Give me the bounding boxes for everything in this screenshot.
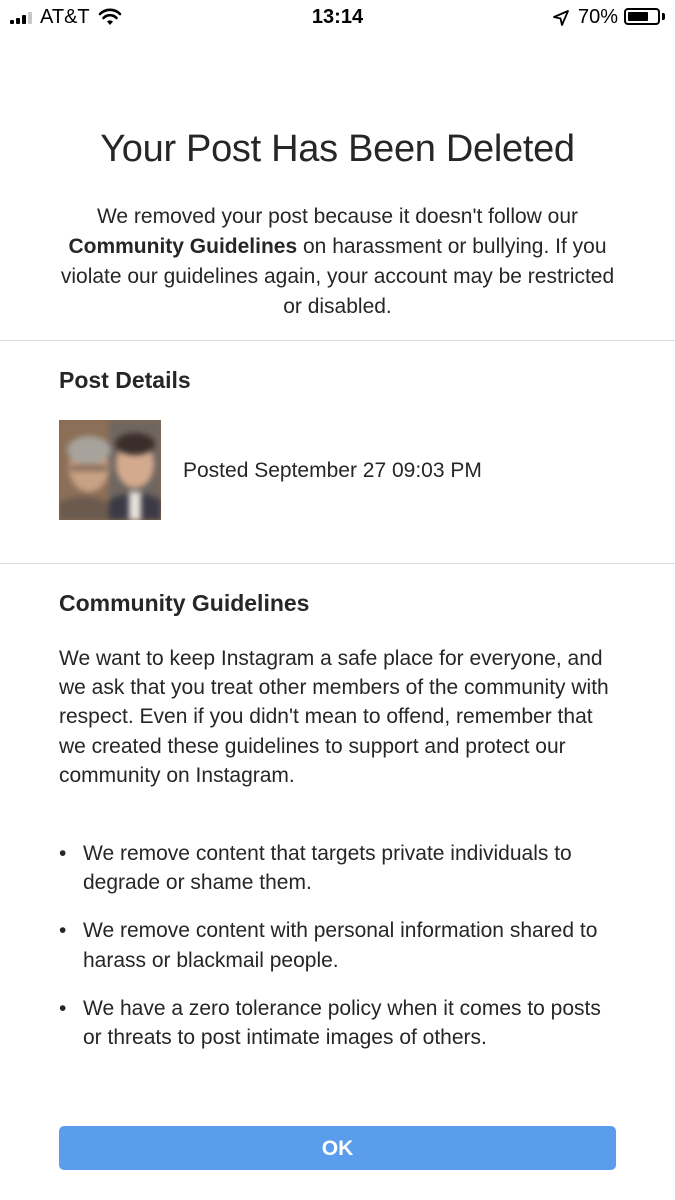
battery-fill [628,12,648,21]
post-thumbnail [59,420,161,520]
community-guidelines-heading: Community Guidelines [59,590,310,616]
guidelines-body: We want to keep Instagram a safe place f… [59,647,609,787]
battery-icon [624,8,660,25]
deletion-notice: We removed your post because it doesn't … [55,202,620,322]
location-arrow-icon [553,10,569,26]
posted-date: Posted September 27 09:03 PM [183,459,482,482]
post-details-heading: Post Details [59,367,191,393]
divider [0,340,675,341]
divider [0,563,675,564]
ok-button[interactable]: OK [59,1126,616,1170]
guidelines-list: We remove content that targets private i… [59,839,624,1071]
list-item: We have a zero tolerance policy when it … [59,994,624,1052]
battery-cap [662,13,665,20]
status-time: 13:14 [311,6,364,28]
list-item: We remove content with personal informat… [59,916,624,974]
community-guidelines-link: Community Guidelines [68,235,298,258]
status-bar: AT&T 13:14 70% [0,0,675,36]
notice-text-start: We removed your post because it doesn't … [96,205,579,228]
list-item: We remove content that targets private i… [59,839,624,897]
page-title: Your Post Has Been Deleted [100,128,575,170]
battery-percent: 70% [578,6,619,28]
